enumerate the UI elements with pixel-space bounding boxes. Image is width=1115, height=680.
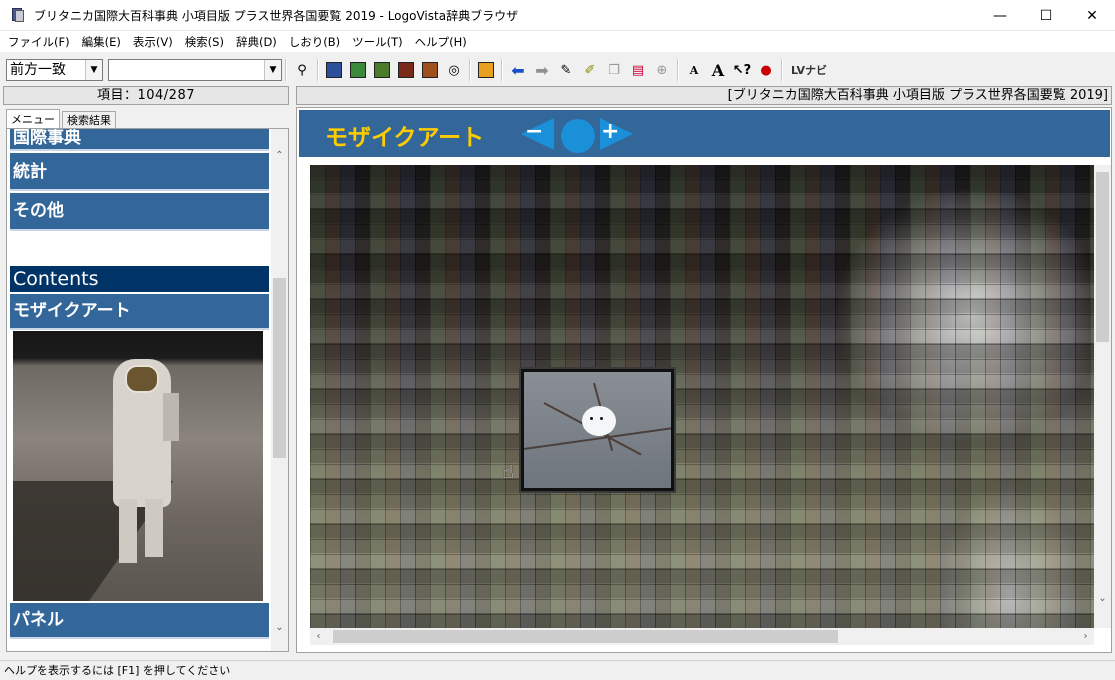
scroll-down-icon[interactable]: ⌄ [271,619,288,636]
scroll-up-icon[interactable]: ⌃ [271,147,288,164]
back-arrow-icon[interactable]: ⬅ [507,59,529,81]
mosaic-tile-preview [519,367,676,493]
app-icon [10,7,26,23]
menu-bookmark[interactable]: しおり(B) [283,34,346,50]
search-mode-value: 前方一致 [10,62,66,78]
minus-icon: − [525,119,543,144]
zoom-in-button[interactable]: + [600,118,633,150]
plus-icon: + [601,119,619,144]
scroll-right-icon[interactable]: › [1077,628,1094,645]
window-title: ブリタニカ国際大百科事典 小項目版 プラス世界各国要覧 2019 - LogoV… [34,7,518,24]
menu-item-mosaic-art[interactable]: モザイクアート [10,294,269,330]
content-banner: モザイクアート − + [299,110,1110,157]
zoom-out-button[interactable]: − [521,118,554,150]
dictionary-name: [ブリタニカ国際大百科事典 小項目版 プラス世界各国要覧 2019] [296,86,1112,105]
search-mode-select[interactable]: 前方一致 ▼ [6,59,103,81]
contents-header: Contents [10,266,269,292]
search-input[interactable]: ▼ [108,59,282,81]
status-bar: ヘルプを表示するには [F1] を押してください [0,660,1115,680]
dictionary-icon[interactable] [323,59,345,81]
menu-item-other[interactable]: その他 [10,193,269,231]
maximize-button[interactable]: ☐ [1023,0,1069,31]
bird-photo [524,372,671,488]
chevron-down-icon: ▼ [264,60,281,80]
toolbar: 前方一致 ▼ ▼ ⚲ ◎ ⬅ ➡ ✎ ✐ ❐ ▤ ⊕ A A ↖? ● LVナビ [0,55,1115,85]
jump-icon[interactable] [475,59,497,81]
menu-help[interactable]: ヘルプ(H) [409,34,473,50]
font-small-icon[interactable]: A [683,59,705,81]
font-large-icon[interactable]: A [707,59,729,81]
title-bar: ブリタニカ国際大百科事典 小項目版 プラス世界各国要覧 2019 - LogoV… [0,0,1115,31]
moon-astronaut-image[interactable] [13,331,263,601]
left-panel: 国際事典 統計 その他 Contents モザイクアート パネル ⌃ ⌄ [6,128,289,652]
close-button[interactable]: ✕ [1069,0,1115,31]
left-scrollbar[interactable]: ⌃ ⌄ [271,129,288,651]
vscroll-thumb[interactable] [1096,172,1109,342]
menu-item-kokusai[interactable]: 国際事典 [10,128,269,151]
lv-navi-button[interactable]: LVナビ [787,59,831,81]
marker-icon[interactable]: ✐ [579,59,601,81]
menu-view[interactable]: 表示(V) [127,34,179,50]
scroll-thumb[interactable] [273,278,286,458]
lv-navi-label: LVナビ [791,62,827,78]
content-vscrollbar[interactable]: ⌄ [1094,165,1111,628]
left-tabs: メニュー 検索結果 [6,109,118,130]
menu-dictionary[interactable]: 辞典(D) [230,34,283,50]
help-cursor-icon[interactable]: ↖? [731,59,753,81]
zoom-icon[interactable]: ⊕ [651,59,673,81]
menu-search[interactable]: 検索(S) [179,34,230,50]
index-icon[interactable] [347,59,369,81]
kana-icon[interactable] [419,59,441,81]
content-panel: モザイクアート − + ☝ ⌄ ‹ › [296,107,1112,653]
image-icon[interactable]: ▤ [627,59,649,81]
minimize-button[interactable]: — [977,0,1023,31]
scroll-down-icon[interactable]: ⌄ [1094,593,1111,604]
copy-icon[interactable]: ❐ [603,59,625,81]
menu-bar: ファイル(F) 編集(E) 表示(V) 検索(S) 辞典(D) しおり(B) ツ… [0,31,1115,52]
pencil-icon[interactable]: ✎ [555,59,577,81]
forward-arrow-icon[interactable]: ➡ [531,59,553,81]
menu-edit[interactable]: 編集(E) [76,34,127,50]
menu-file[interactable]: ファイル(F) [2,34,76,50]
item-count: 項目：104/287 [3,86,289,105]
compass-icon[interactable]: ◎ [443,59,465,81]
menu-item-panel[interactable]: パネル [10,603,269,639]
menu-list-icon[interactable] [371,59,393,81]
stop-icon[interactable]: ● [755,59,777,81]
page-title: モザイクアート [325,118,484,152]
chevron-down-icon: ▼ [85,60,102,80]
hscroll-thumb[interactable] [333,630,838,643]
binoculars-icon[interactable]: ⚲ [291,59,313,81]
zoom-reset-button[interactable] [561,119,595,153]
content-hscrollbar[interactable]: ‹ › [310,628,1094,645]
menu-item-statistics[interactable]: 統計 [10,153,269,191]
menu-tools[interactable]: ツール(T) [346,34,409,50]
kanji-icon[interactable] [395,59,417,81]
tab-menu[interactable]: メニュー [6,109,60,130]
hand-cursor-icon: ☝ [503,462,514,483]
mosaic-art-image[interactable]: ☝ [310,165,1094,628]
scroll-left-icon[interactable]: ‹ [310,628,327,645]
